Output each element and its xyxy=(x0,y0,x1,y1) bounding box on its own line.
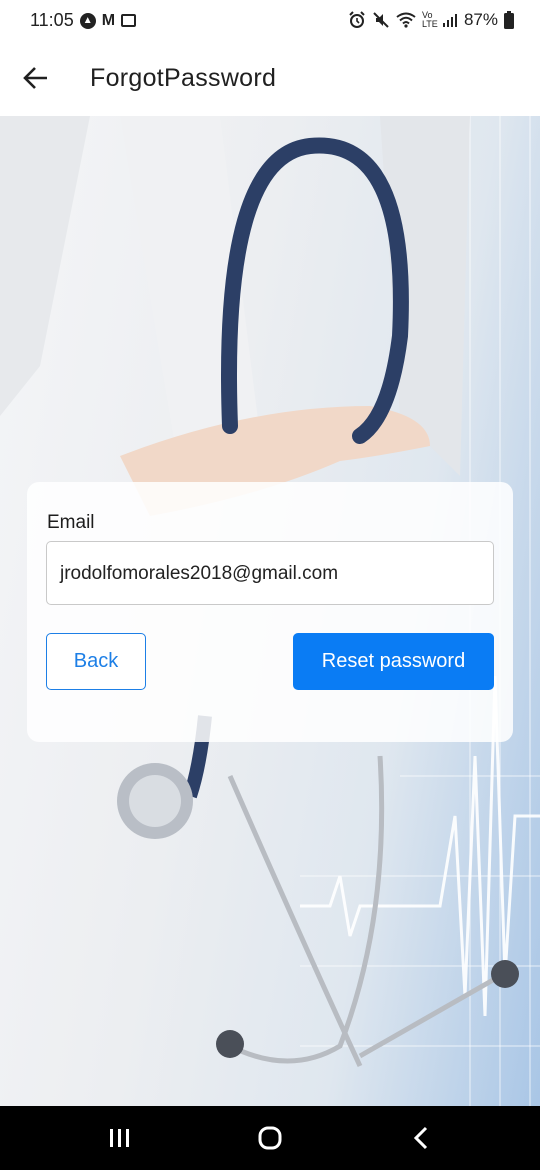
back-button[interactable]: Back xyxy=(46,633,146,690)
navigation-bar xyxy=(0,1106,540,1170)
home-icon[interactable] xyxy=(250,1124,290,1152)
email-field[interactable]: jrodolfomorales2018@gmail.com xyxy=(46,541,494,605)
status-time: 11:05 xyxy=(30,10,74,30)
alarm-icon xyxy=(349,11,365,28)
gmail-icon: M xyxy=(101,11,116,29)
status-left: 11:05 ▲ M xyxy=(30,10,137,31)
volte-icon: Vo LTE xyxy=(421,10,438,29)
email-label: Email xyxy=(47,512,95,533)
recent-apps-icon[interactable] xyxy=(100,1124,140,1152)
status-bar: 11:05 ▲ M Vo LTE 87% xyxy=(0,0,540,44)
mute-icon xyxy=(373,12,389,28)
back-icon[interactable] xyxy=(402,1124,442,1152)
signal-icon xyxy=(442,14,457,27)
email-value: jrodolfomorales2018@gmail.com xyxy=(60,563,339,584)
gallery-icon xyxy=(121,14,137,27)
wifi-icon xyxy=(396,12,416,28)
app-a-icon: ▲ xyxy=(79,12,96,29)
status-right: Vo LTE 87% xyxy=(348,10,514,30)
app-bar: ForgotPassword xyxy=(0,44,540,116)
page-title: ForgotPassword xyxy=(90,64,277,92)
arrow-left-icon[interactable] xyxy=(18,60,54,96)
reset-password-button[interactable]: Reset password xyxy=(293,633,494,690)
forgot-password-card: Email jrodolfomorales2018@gmail.com Back… xyxy=(27,482,513,742)
battery-icon xyxy=(504,11,514,29)
battery-percent: 87% xyxy=(463,10,498,29)
